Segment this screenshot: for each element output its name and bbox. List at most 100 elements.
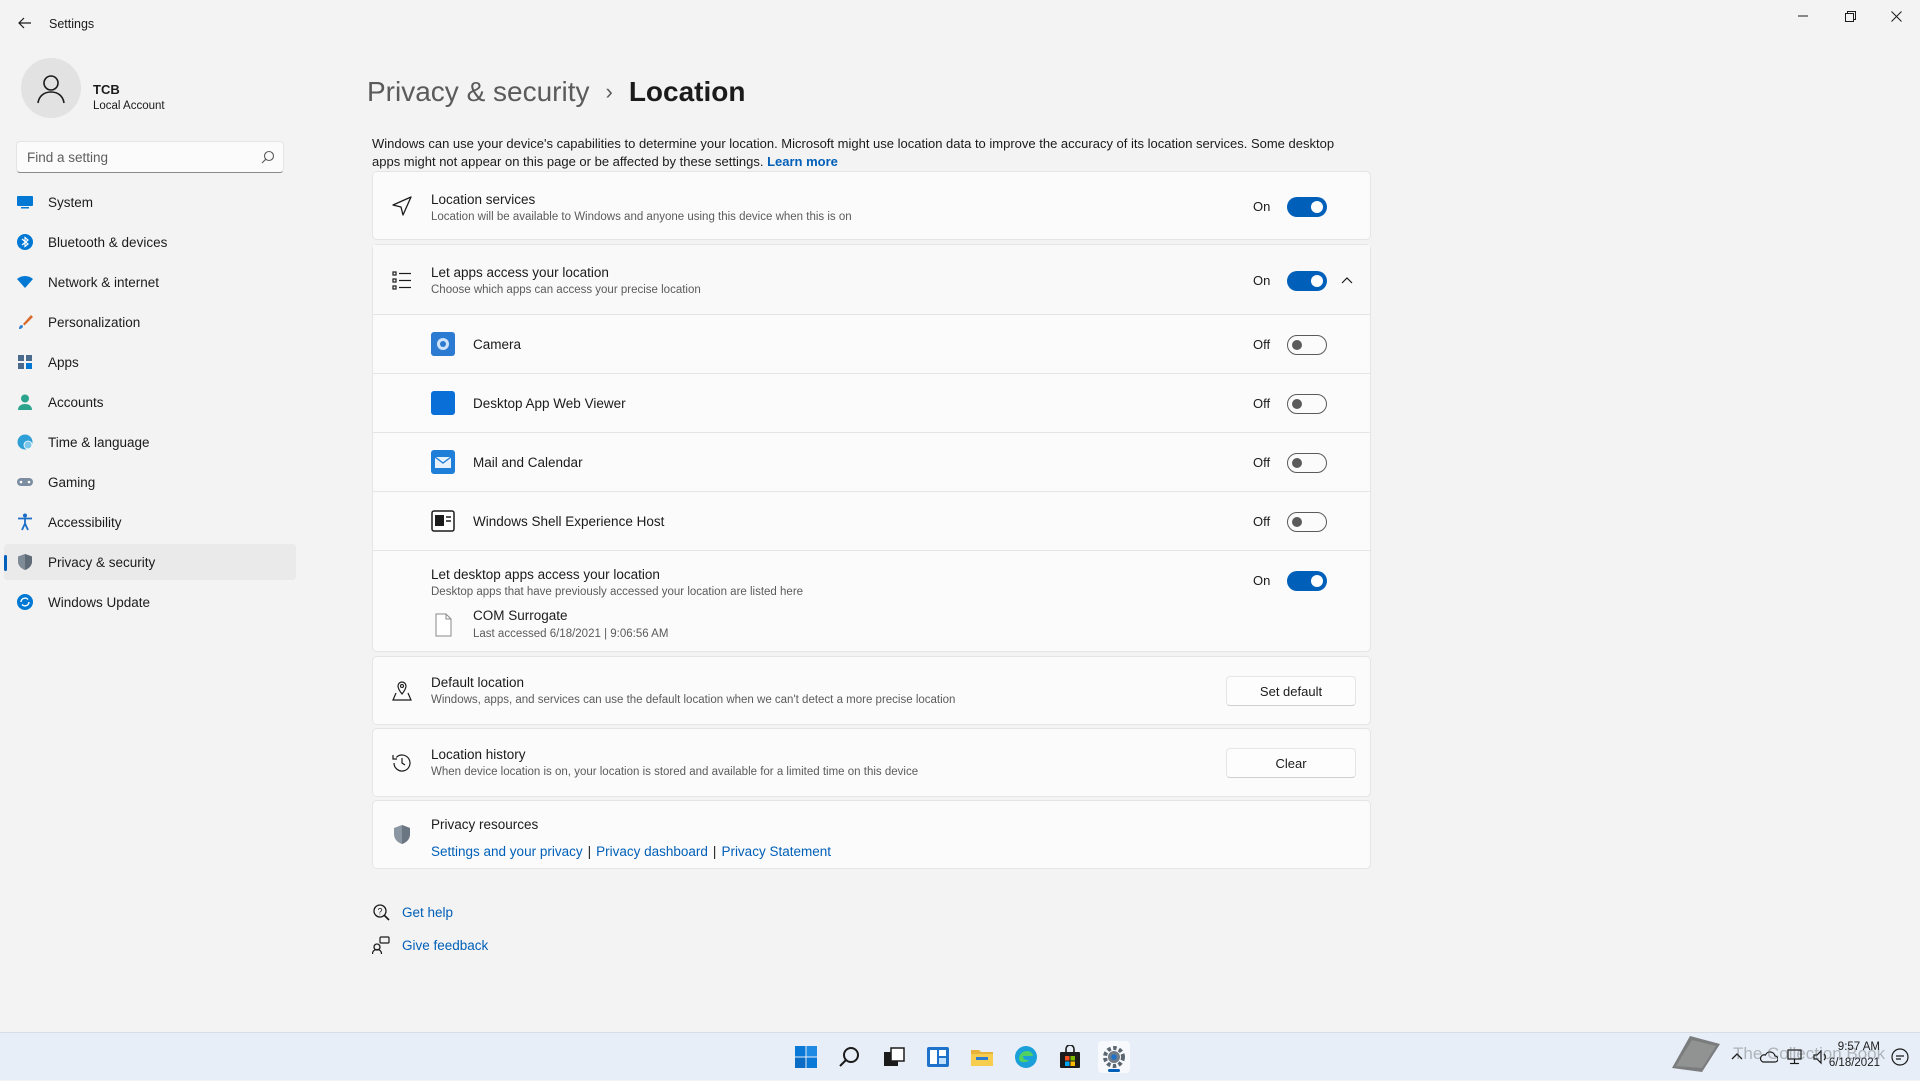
location-services-title: Location services [431, 192, 536, 207]
get-help-row[interactable]: ? Get help [372, 903, 453, 921]
help-icon: ? [373, 904, 390, 921]
search-icon[interactable] [261, 150, 275, 164]
windows-logo-icon [795, 1046, 817, 1068]
camera-toggle[interactable] [1287, 335, 1327, 355]
shell-host-state: Off [1253, 514, 1271, 529]
breadcrumb: Privacy & security › Location [367, 76, 746, 108]
system-icon [17, 196, 33, 209]
sidebar-nav: System Bluetooth & devices Network & int… [4, 184, 296, 624]
sidebar-item-privacy-security[interactable]: Privacy & security [4, 544, 296, 580]
web-viewer-toggle[interactable] [1287, 394, 1327, 414]
sidebar-item-personalization[interactable]: Personalization [4, 304, 296, 340]
learn-more-link[interactable]: Learn more [767, 154, 838, 169]
breadcrumb-parent[interactable]: Privacy & security [367, 76, 590, 108]
map-pin-icon [392, 681, 412, 701]
minimize-icon [1798, 15, 1808, 17]
mail-state: Off [1253, 455, 1271, 470]
sidebar-item-label: Bluetooth & devices [48, 234, 168, 250]
settings-privacy-link[interactable]: Settings and your privacy [431, 844, 583, 859]
profile-name: TCB [93, 82, 120, 97]
sidebar-item-network[interactable]: Network & internet [4, 264, 296, 300]
privacy-statement-link[interactable]: Privacy Statement [721, 844, 831, 859]
sidebar-item-apps[interactable]: Apps [4, 344, 296, 380]
store-button[interactable] [1054, 1041, 1086, 1073]
edge-browser-icon [1015, 1046, 1037, 1068]
widgets-icon [927, 1047, 949, 1067]
desktop-apps-toggle[interactable] [1287, 571, 1327, 591]
gamepad-icon [17, 478, 33, 486]
app-name: Desktop App Web Viewer [473, 396, 626, 411]
app-title: Settings [49, 17, 95, 31]
sidebar-item-label: Apps [48, 354, 79, 370]
chevron-up-icon[interactable] [1339, 273, 1355, 289]
sidebar-item-label: Privacy & security [48, 554, 156, 570]
location-history-card: Location history When device location is… [372, 728, 1371, 797]
profile-account-type: Local Account [93, 100, 165, 112]
desktop-app-name: COM Surrogate [473, 608, 568, 623]
sidebar-item-time-language[interactable]: Time & language [4, 424, 296, 460]
user-profile[interactable]: TCB Local Account [21, 58, 281, 118]
sidebar-item-gaming[interactable]: Gaming [4, 464, 296, 500]
search-input[interactable] [17, 142, 247, 172]
file-explorer-button[interactable] [966, 1041, 998, 1073]
brush-icon [19, 315, 33, 329]
location-services-toggle[interactable] [1287, 197, 1327, 217]
minimize-button[interactable] [1780, 6, 1826, 26]
desktop-apps-subtitle: Desktop apps that have previously access… [431, 586, 804, 598]
globe-clock-icon [17, 434, 33, 450]
sidebar: TCB Local Account System Bluetooth & dev… [0, 48, 300, 1032]
shell-host-toggle[interactable] [1287, 512, 1327, 532]
sidebar-item-bluetooth[interactable]: Bluetooth & devices [4, 224, 296, 260]
sidebar-item-label: System [48, 194, 94, 210]
intro-description: Windows can use your device's capabiliti… [372, 135, 1362, 171]
back-button[interactable] [14, 12, 36, 34]
wifi-icon [17, 276, 33, 288]
location-arrow-icon [392, 196, 412, 216]
give-feedback-link[interactable]: Give feedback [402, 938, 488, 953]
sidebar-item-label: Accessibility [48, 514, 122, 530]
restore-button[interactable] [1827, 6, 1873, 26]
title-bar: Settings [0, 0, 1920, 48]
bluetooth-icon [17, 234, 33, 250]
app-access-card: Let apps access your location Choose whi… [372, 244, 1371, 652]
book-logo-icon [1672, 1036, 1720, 1072]
give-feedback-row[interactable]: Give feedback [372, 936, 488, 954]
folder-icon [971, 1050, 993, 1066]
widgets-button[interactable] [922, 1041, 954, 1073]
camera-state: Off [1253, 337, 1271, 352]
store-bag-icon [1060, 1045, 1080, 1068]
app-access-header[interactable]: Let apps access your location Choose whi… [373, 245, 1370, 314]
clear-history-button[interactable]: Clear [1226, 748, 1356, 778]
settings-taskbar-button[interactable] [1098, 1041, 1130, 1073]
privacy-resources-title: Privacy resources [431, 817, 539, 832]
privacy-resources-card: Privacy resources Settings and your priv… [372, 800, 1371, 869]
app-access-toggle[interactable] [1287, 271, 1327, 291]
location-history-title: Location history [431, 747, 526, 762]
close-button[interactable] [1873, 6, 1919, 26]
edge-button[interactable] [1010, 1041, 1042, 1073]
task-view-button[interactable] [878, 1041, 910, 1073]
sidebar-item-accounts[interactable]: Accounts [4, 384, 296, 420]
sidebar-item-accessibility[interactable]: Accessibility [4, 504, 296, 540]
sidebar-item-windows-update[interactable]: Windows Update [4, 584, 296, 620]
mail-toggle[interactable] [1287, 453, 1327, 473]
taskbar-search-button[interactable] [834, 1041, 866, 1073]
privacy-dashboard-link[interactable]: Privacy dashboard [596, 844, 708, 859]
privacy-links: Settings and your privacy | Privacy dashbo… [431, 844, 831, 859]
set-default-button[interactable]: Set default [1226, 676, 1356, 706]
close-icon [1890, 10, 1902, 22]
privacy-shield-icon [394, 825, 410, 844]
search-icon [839, 1047, 859, 1067]
get-help-link[interactable]: Get help [402, 905, 453, 920]
start-button[interactable] [790, 1041, 822, 1073]
desktop-apps-title: Let desktop apps access your location [431, 567, 660, 582]
app-row-camera: Camera Off [373, 314, 1370, 373]
sidebar-item-system[interactable]: System [4, 184, 296, 220]
search-box[interactable] [16, 141, 284, 173]
shell-host-app-icon [431, 510, 455, 532]
avatar [21, 58, 81, 118]
location-history-subtitle: When device location is on, your locatio… [431, 766, 919, 778]
app-name: Mail and Calendar [473, 455, 583, 470]
sidebar-item-label: Personalization [48, 314, 141, 330]
notification-icon[interactable] [1890, 1047, 1910, 1067]
